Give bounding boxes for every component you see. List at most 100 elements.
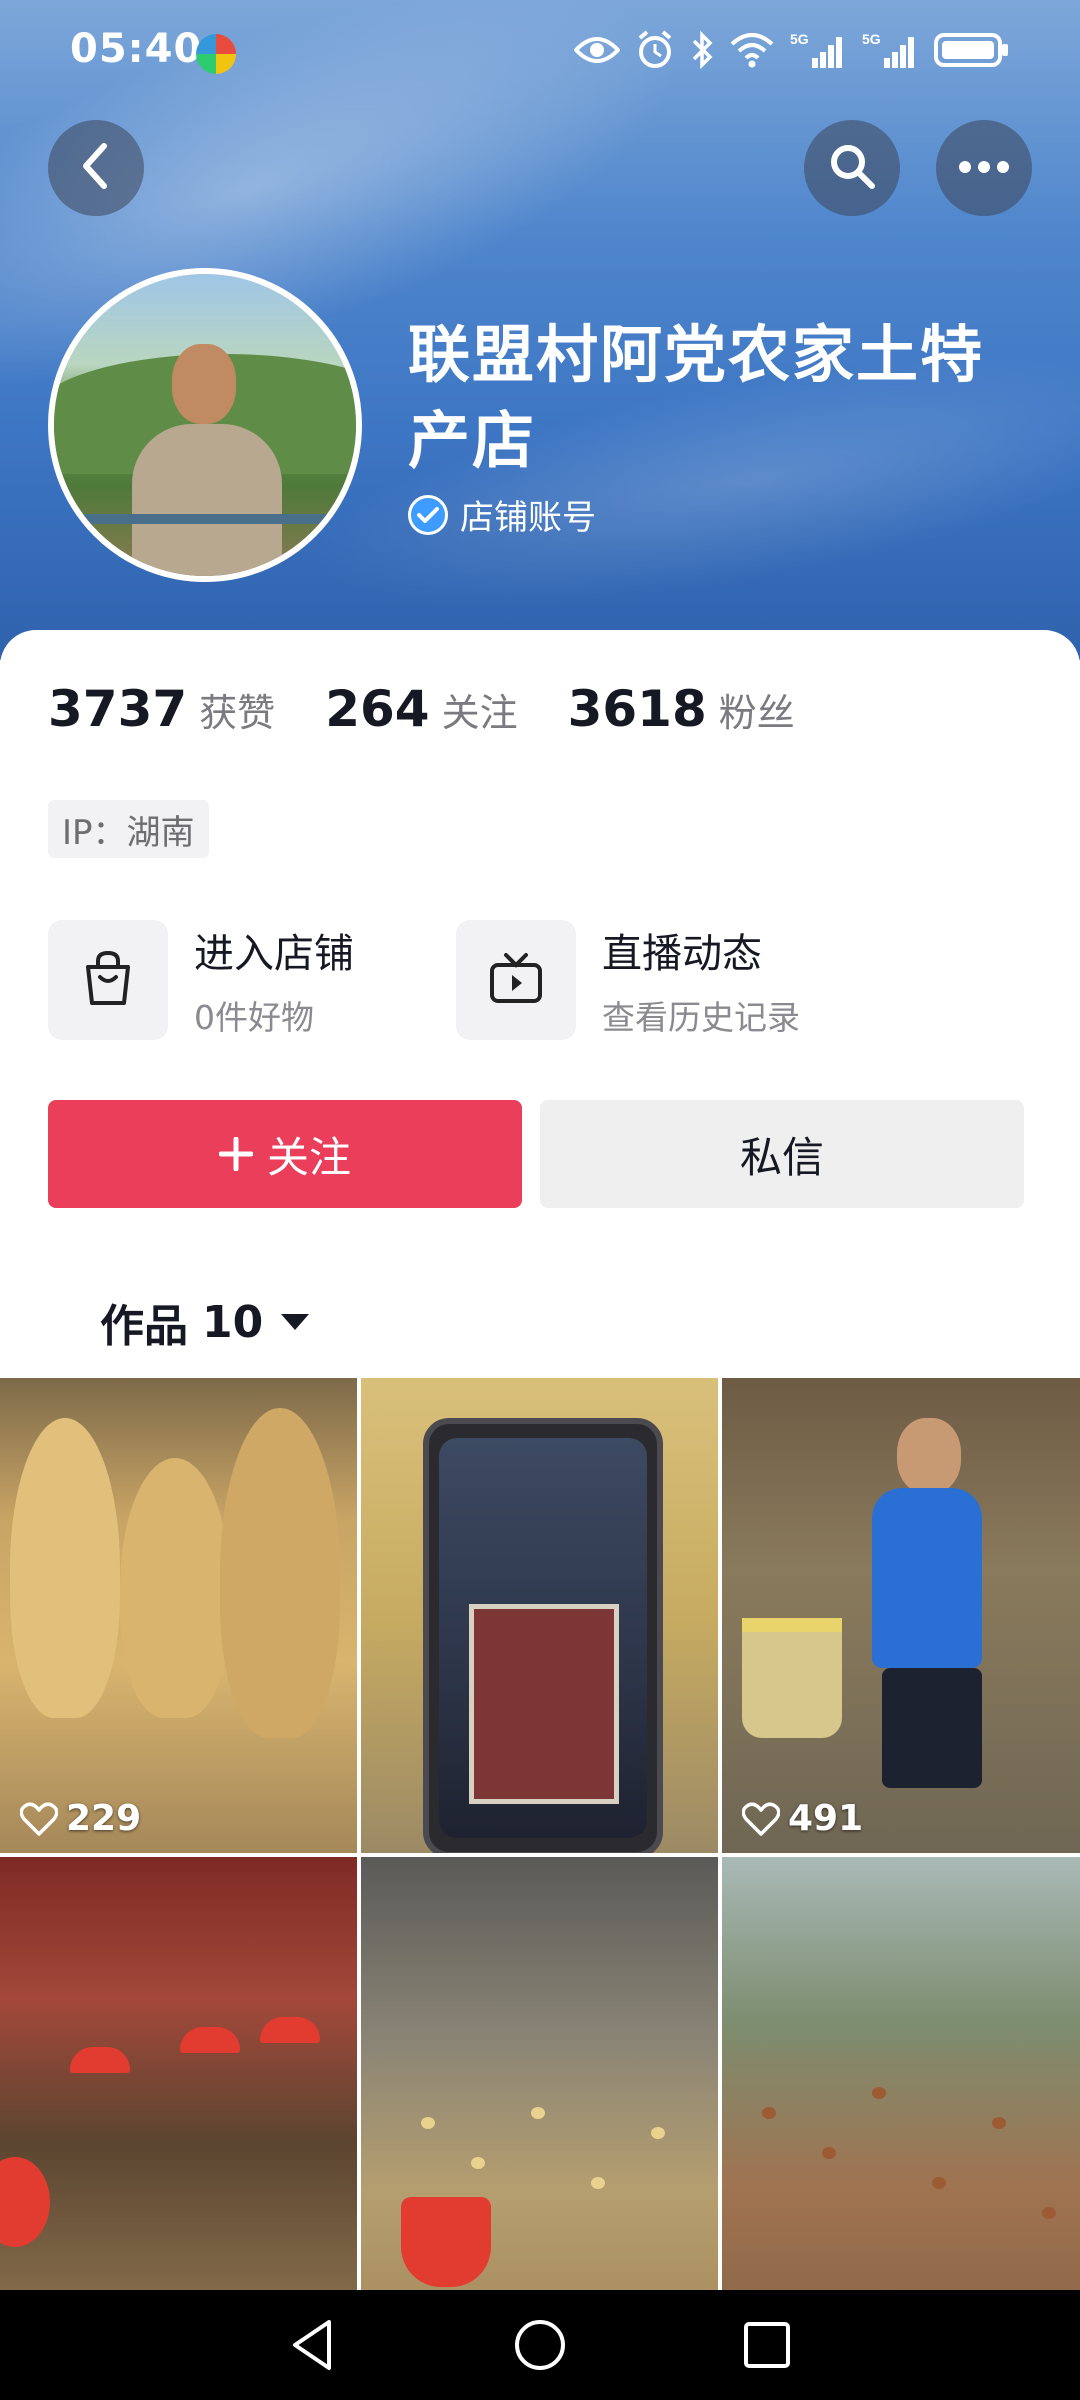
triangle-back-icon — [293, 2320, 332, 2370]
search-icon — [828, 142, 876, 194]
avatar-person-head — [172, 344, 236, 424]
video-thumbnail[interactable] — [361, 1857, 718, 2332]
signal-5g-icon: 5G — [862, 28, 918, 72]
circle-home-icon — [514, 2320, 565, 2370]
system-navigation-bar — [0, 2290, 1080, 2400]
tv-icon — [488, 951, 544, 1009]
wifi-icon — [730, 28, 774, 72]
live-activity-subtitle: 查看历史记录 — [602, 998, 800, 1037]
thumbnail-content — [872, 1488, 982, 1668]
stats-row: 3737 获赞 264 关注 3618 粉丝 — [48, 680, 795, 738]
app-notification-icon — [196, 34, 236, 74]
thumbnail-content — [932, 2177, 946, 2189]
stat-followers[interactable]: 3618 粉丝 — [568, 680, 795, 738]
follow-label: 关注 — [266, 1132, 351, 1182]
back-button[interactable] — [48, 120, 144, 216]
feature-icon-box — [456, 920, 576, 1040]
stat-value: 3737 — [48, 680, 188, 738]
verified-label: 店铺账号 — [460, 498, 596, 538]
like-count: 491 — [742, 1798, 863, 1839]
video-thumbnail[interactable] — [361, 1378, 718, 1853]
shopping-bag-icon — [80, 949, 136, 1011]
tab-works[interactable]: 作品 10 — [100, 1290, 310, 1354]
thumbnail-content — [120, 1458, 230, 1718]
message-label: 私信 — [739, 1132, 824, 1182]
thumbnail-content — [872, 2087, 886, 2099]
feature-text: 进入店铺 0件好物 — [194, 921, 354, 1039]
thumbnail-content — [742, 1618, 842, 1738]
nav-home-button[interactable] — [500, 2305, 580, 2385]
nav-recents-button[interactable] — [727, 2305, 807, 2385]
thumbnail-content — [651, 2127, 665, 2139]
signal-5g-icon: 5G — [790, 28, 846, 72]
thumbnail-content — [897, 1418, 961, 1494]
works-label: 作品 — [100, 1301, 188, 1352]
plus-icon — [218, 1128, 254, 1180]
stat-value: 3618 — [567, 680, 707, 738]
signal-label: 5G — [862, 31, 881, 47]
thumbnail-content — [531, 2107, 545, 2119]
feature-icon-box — [48, 920, 168, 1040]
thumbnail-content — [260, 2017, 320, 2043]
message-button[interactable]: 私信 — [540, 1100, 1024, 1208]
heart-icon — [742, 1801, 780, 1836]
video-thumbnail[interactable]: 491 — [722, 1378, 1080, 1853]
verified-check-icon — [408, 494, 448, 535]
thumbnail-content — [469, 1604, 619, 1804]
feature-text: 直播动态 查看历史记录 — [602, 921, 800, 1039]
status-time: 05:40 — [70, 26, 203, 72]
works-count: 10 — [202, 1296, 264, 1348]
status-bar: 05:40 5G 5G — [0, 0, 1080, 100]
nav-back-button[interactable] — [273, 2305, 353, 2385]
thumbnail-content — [762, 2107, 776, 2119]
enter-shop-title: 进入店铺 — [194, 931, 354, 977]
thumbnail-content — [421, 2117, 435, 2129]
battery-icon — [934, 28, 1010, 72]
search-button[interactable] — [804, 120, 900, 216]
stat-label: 粉丝 — [718, 691, 795, 735]
alarm-icon — [636, 28, 674, 72]
more-button[interactable] — [936, 120, 1032, 216]
square-recents-icon — [743, 2322, 790, 2368]
thumbnail-content — [401, 2197, 491, 2287]
live-activity-entry[interactable]: 直播动态 查看历史记录 — [456, 920, 800, 1040]
avatar-person-body — [132, 424, 282, 576]
stat-likes[interactable]: 3737 获赞 — [48, 680, 275, 738]
stat-value: 264 — [325, 680, 430, 738]
thumbnail-content — [70, 2047, 130, 2073]
enter-shop-subtitle: 0件好物 — [194, 998, 314, 1037]
like-count: 229 — [20, 1798, 141, 1839]
status-icons: 5G 5G — [574, 28, 1010, 72]
thumbnail-content — [423, 1418, 663, 1853]
avatar[interactable] — [48, 268, 362, 582]
video-thumbnail[interactable]: 229 — [0, 1378, 357, 1853]
stat-following[interactable]: 264 关注 — [325, 680, 517, 738]
video-thumbnail[interactable] — [0, 1857, 357, 2332]
thumbnail-content — [992, 2117, 1006, 2129]
signal-label: 5G — [790, 31, 809, 47]
more-icon — [958, 159, 1010, 178]
thumbnail-content — [591, 2177, 605, 2189]
eye-icon — [574, 28, 620, 72]
caret-down-icon — [281, 1314, 310, 1330]
enter-shop-entry[interactable]: 进入店铺 0件好物 — [48, 920, 354, 1040]
verified-badge[interactable]: 店铺账号 — [408, 490, 596, 539]
thumbnail-content — [1042, 2207, 1056, 2219]
like-count-value: 229 — [66, 1798, 142, 1839]
bluetooth-icon — [690, 28, 714, 72]
follow-button[interactable]: 关注 — [48, 1100, 522, 1208]
thumbnail-content — [822, 2147, 836, 2159]
stat-label: 关注 — [441, 691, 518, 735]
thumbnail-content — [882, 1668, 982, 1788]
thumbnail-content — [220, 1408, 340, 1738]
chevron-left-icon — [76, 142, 116, 194]
ip-location-badge: IP：湖南 — [48, 800, 209, 858]
like-count-value: 491 — [788, 1798, 864, 1839]
video-thumbnail[interactable] — [722, 1857, 1080, 2332]
thumbnail-content — [0, 2157, 50, 2247]
thumbnail-content — [10, 1418, 120, 1718]
heart-icon — [20, 1801, 58, 1836]
live-activity-title: 直播动态 — [602, 931, 762, 977]
avatar-rail — [54, 514, 356, 524]
thumbnail-content — [180, 2027, 240, 2053]
